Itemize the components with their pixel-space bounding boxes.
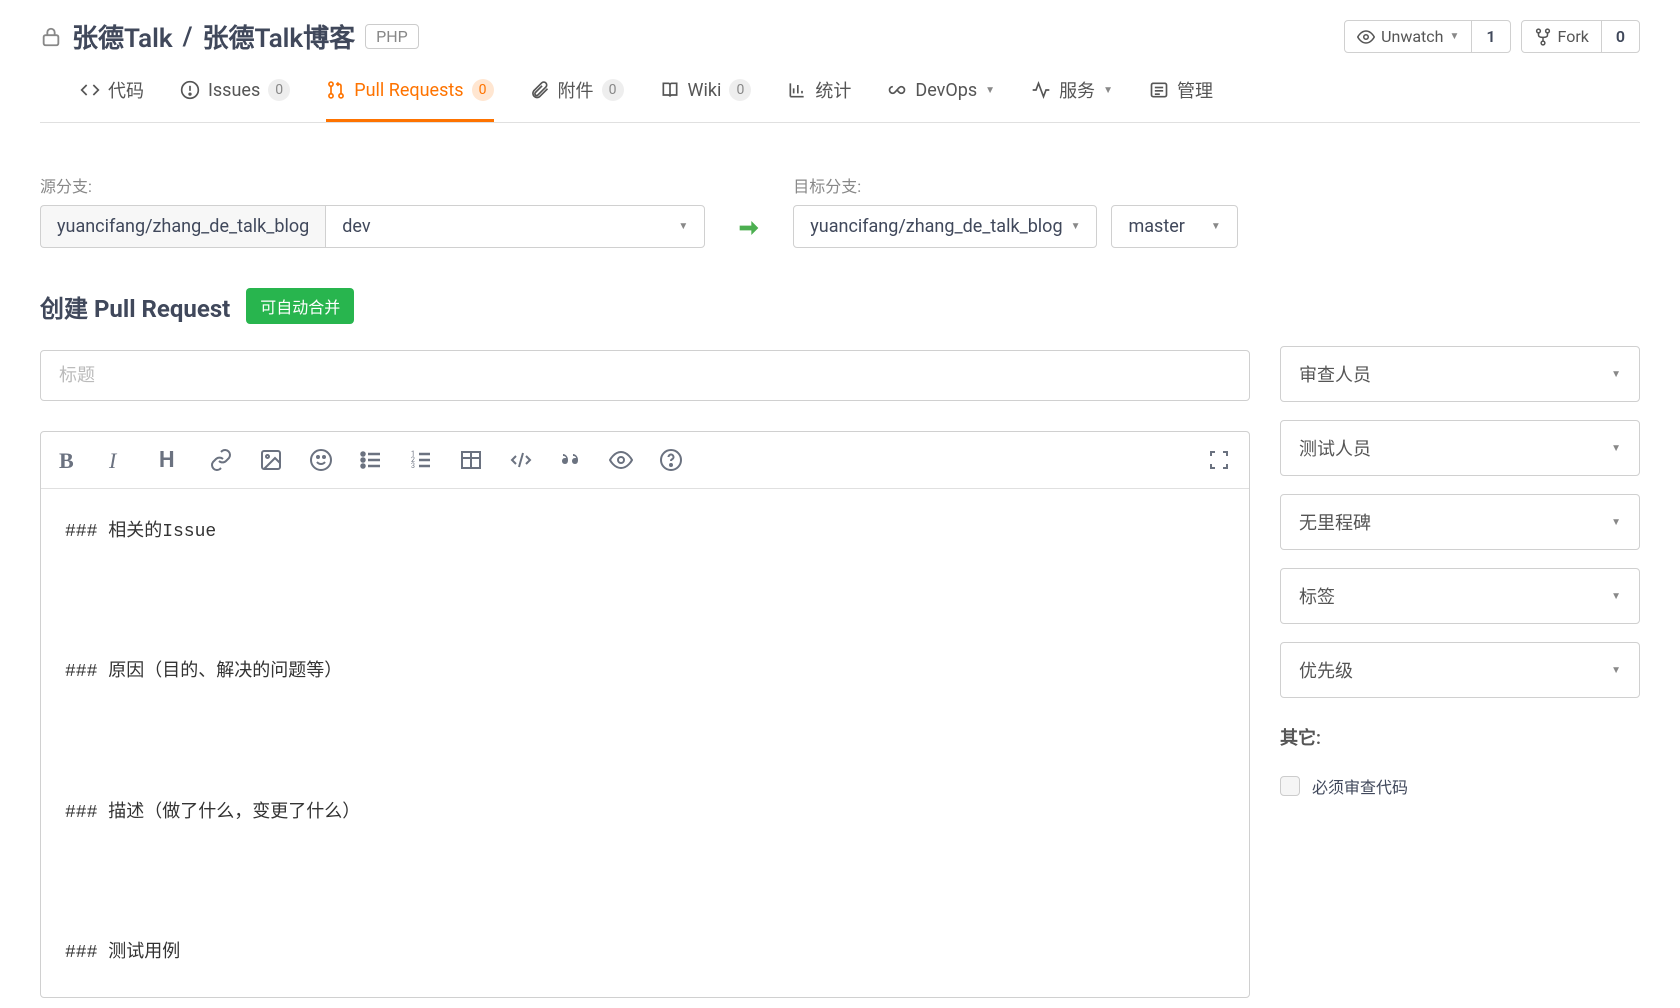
source-branch-dropdown[interactable]: dev ▼ [325, 205, 705, 248]
other-section-title: 其它: [1280, 724, 1640, 750]
image-icon[interactable] [259, 448, 283, 472]
attachment-icon [530, 80, 550, 100]
testers-select[interactable]: 测试人员 ▼ [1280, 420, 1640, 476]
caret-down-icon: ▼ [1611, 665, 1621, 676]
create-pr-heading: 创建 Pull Request [40, 289, 230, 324]
preview-icon[interactable] [609, 448, 633, 472]
caret-down-icon: ▼ [678, 221, 688, 232]
pr-sidebar: 审查人员 ▼ 测试人员 ▼ 无里程碑 ▼ 标签 ▼ 优先级 ▼ 其它: [1280, 346, 1640, 998]
target-repo-dropdown[interactable]: yuancifang/zhang_de_talk_blog ▼ [793, 205, 1097, 248]
repo-name[interactable]: 张德Talk博客 [203, 18, 356, 55]
source-repo-name: yuancifang/zhang_de_talk_blog [40, 205, 325, 248]
caret-down-icon: ▼ [1611, 443, 1621, 454]
description-textarea[interactable]: ### 相关的Issue ### 原因（目的、解决的问题等） ### 描述（做了… [41, 489, 1249, 997]
reviewers-select[interactable]: 审查人员 ▼ [1280, 346, 1640, 402]
caret-down-icon: ▼ [985, 85, 995, 96]
target-branch-dropdown[interactable]: master ▼ [1111, 205, 1237, 248]
fork-count[interactable]: 0 [1602, 21, 1639, 52]
ul-list-icon[interactable] [359, 448, 383, 472]
pr-main-form: 创建 Pull Request 可自动合并 B I H 123 [40, 288, 1250, 998]
must-review-label: 必须审查代码 [1312, 774, 1408, 798]
tab-attachments[interactable]: 附件 0 [530, 77, 624, 122]
bold-icon[interactable]: B [59, 448, 83, 472]
language-badge: PHP [365, 24, 419, 49]
target-branch-label: 目标分支: [793, 173, 1238, 197]
pulse-icon [1031, 80, 1051, 100]
caret-down-icon: ▼ [1103, 85, 1113, 96]
issue-icon [180, 80, 200, 100]
branch-selector-area: 源分支: yuancifang/zhang_de_talk_blog dev ▼… [0, 123, 1680, 278]
tab-manage[interactable]: 管理 [1149, 77, 1213, 122]
tab-issues[interactable]: Issues 0 [180, 77, 290, 122]
tab-pull-requests[interactable]: Pull Requests 0 [326, 77, 493, 122]
caret-down-icon: ▼ [1611, 369, 1621, 380]
caret-down-icon: ▼ [1611, 517, 1621, 528]
target-branch-col: 目标分支: yuancifang/zhang_de_talk_blog ▼ ma… [793, 173, 1238, 248]
must-review-row[interactable]: 必须审查代码 [1280, 774, 1640, 798]
code-icon [80, 80, 100, 100]
fork-icon [1534, 28, 1552, 46]
lock-icon [40, 26, 62, 48]
pr-title-input[interactable] [40, 350, 1250, 401]
heading-icon[interactable]: H [159, 448, 183, 472]
repo-actions: Unwatch ▼ 1 Fork 0 [1344, 20, 1640, 53]
repo-owner[interactable]: 张德Talk [72, 18, 173, 55]
tab-code[interactable]: 代码 [80, 77, 144, 122]
settings-icon [1149, 80, 1169, 100]
source-branch-label: 源分支: [40, 173, 705, 197]
repo-header: 张德Talk / 张德Talk博客 PHP Unwatch ▼ 1 [0, 0, 1680, 123]
infinity-icon [887, 80, 907, 100]
editor-toolbar: B I H 123 [41, 432, 1249, 489]
book-icon [660, 80, 680, 100]
codeblock-icon[interactable] [509, 448, 533, 472]
repo-tabs: 代码 Issues 0 Pull Requests 0 附件 0 Wiki 0 [40, 55, 1640, 123]
fork-button[interactable]: Fork 0 [1521, 20, 1640, 53]
must-review-checkbox[interactable] [1280, 776, 1300, 796]
help-icon[interactable] [659, 448, 683, 472]
description-editor: B I H 123 ### 相关的Issue ### 原因（ [40, 431, 1250, 998]
source-branch-col: 源分支: yuancifang/zhang_de_talk_blog dev ▼ [40, 173, 705, 248]
italic-icon[interactable]: I [109, 448, 133, 472]
caret-down-icon: ▼ [1211, 221, 1221, 232]
priority-select[interactable]: 优先级 ▼ [1280, 642, 1640, 698]
fullscreen-icon[interactable] [1207, 448, 1231, 472]
tab-services[interactable]: 服务 ▼ [1031, 77, 1113, 122]
caret-down-icon: ▼ [1071, 221, 1081, 232]
arrow-right-icon [735, 214, 763, 242]
milestone-select[interactable]: 无里程碑 ▼ [1280, 494, 1640, 550]
tab-wiki[interactable]: Wiki 0 [660, 77, 752, 122]
pr-icon [326, 80, 346, 100]
emoji-icon[interactable] [309, 448, 333, 472]
caret-down-icon: ▼ [1611, 591, 1621, 602]
link-icon[interactable] [209, 448, 233, 472]
labels-select[interactable]: 标签 ▼ [1280, 568, 1640, 624]
quote-icon[interactable] [559, 448, 583, 472]
merge-status-badge: 可自动合并 [246, 288, 354, 324]
eye-icon [1357, 28, 1375, 46]
tab-devops[interactable]: DevOps ▼ [887, 77, 995, 122]
table-icon[interactable] [459, 448, 483, 472]
watch-count[interactable]: 1 [1472, 21, 1509, 52]
tab-stats[interactable]: 统计 [787, 77, 851, 122]
caret-down-icon: ▼ [1449, 31, 1459, 42]
chart-icon [787, 80, 807, 100]
ol-list-icon[interactable]: 123 [409, 448, 433, 472]
unwatch-button[interactable]: Unwatch ▼ 1 [1344, 20, 1510, 53]
svg-text:3: 3 [411, 462, 415, 470]
repo-title: 张德Talk / 张德Talk博客 PHP [40, 18, 419, 55]
